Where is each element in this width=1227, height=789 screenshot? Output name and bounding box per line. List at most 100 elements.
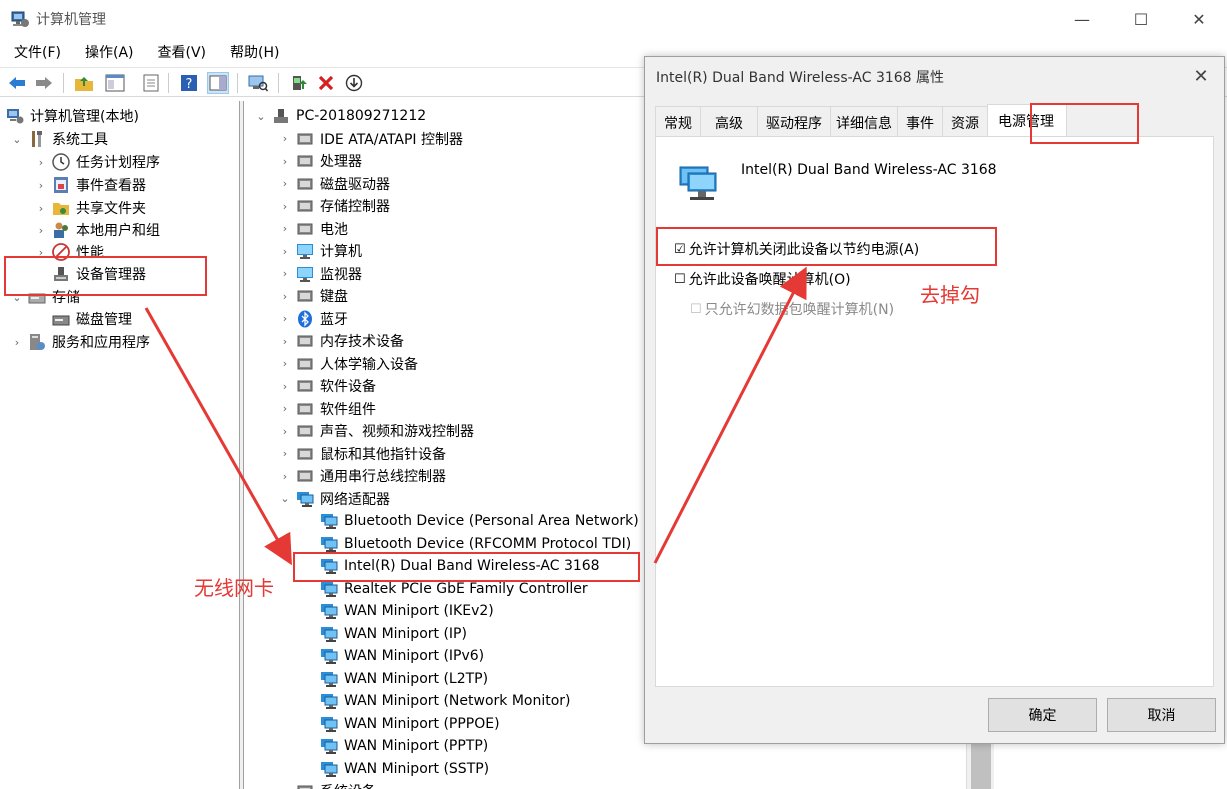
tree-item-root[interactable]: 计算机管理(本地) (6, 105, 139, 127)
device-category-monitor[interactable]: › 监视器 (278, 263, 362, 285)
up-folder-icon[interactable] (73, 72, 95, 94)
chevron-right-icon[interactable]: › (278, 380, 292, 393)
cancel-button[interactable]: 取消 (1107, 698, 1216, 732)
forward-icon[interactable] (33, 72, 55, 94)
chevron-right-icon[interactable]: › (278, 312, 292, 325)
chevron-right-icon[interactable]: › (278, 155, 292, 168)
device-category-memory[interactable]: › 内存技术设备 (278, 330, 404, 352)
network-adapter-item[interactable]: WAN Miniport (PPPOE) (320, 713, 500, 735)
chevron-right-icon[interactable]: › (34, 156, 48, 169)
chevron-right-icon[interactable]: › (278, 177, 292, 190)
device-category-sound[interactable]: › 声音、视频和游戏控制器 (278, 420, 474, 442)
chevron-right-icon[interactable]: › (278, 470, 292, 483)
chevron-right-icon[interactable]: › (278, 222, 292, 235)
device-category-software-component[interactable]: › 软件组件 (278, 398, 376, 420)
minimize-button[interactable]: — (1053, 0, 1111, 38)
title-bar: 计算机管理 — ☐ ✕ (0, 0, 1227, 38)
network-adapter-item[interactable]: WAN Miniport (Network Monitor) (320, 690, 571, 712)
tree-item-event-viewer[interactable]: › 事件查看器 (34, 174, 146, 196)
device-category-mouse[interactable]: › 鼠标和其他指针设备 (278, 443, 446, 465)
highlight-wireless-adapter (293, 552, 640, 582)
chevron-right-icon[interactable]: › (278, 402, 292, 415)
chevron-right-icon[interactable]: › (278, 200, 292, 213)
chevron-down-icon[interactable]: ⌄ (10, 133, 24, 146)
dialog-close-button[interactable]: ✕ (1188, 63, 1214, 89)
tab-advanced[interactable]: 高级 (700, 106, 758, 136)
device-category-network-adapters[interactable]: ⌄ 网络适配器 (278, 488, 390, 510)
properties-icon[interactable] (140, 72, 162, 94)
menu-file[interactable]: 文件(F) (0, 40, 71, 64)
device-category-software-device[interactable]: › 软件设备 (278, 375, 376, 397)
action-pane-icon[interactable] (207, 72, 229, 94)
ide-icon (296, 130, 314, 148)
network-adapter-icon (320, 512, 338, 530)
scrollbar-thumb[interactable] (971, 741, 991, 789)
network-adapter-icon (320, 580, 338, 598)
menu-help[interactable]: 帮助(H) (216, 40, 289, 64)
back-icon[interactable] (6, 72, 28, 94)
help-icon[interactable]: ? (178, 72, 200, 94)
uninstall-icon[interactable] (315, 72, 337, 94)
device-category-battery[interactable]: › 电池 (278, 218, 348, 240)
device-tree-root[interactable]: ⌄ PC-201809271212 (254, 105, 426, 127)
tree-item-system-tools[interactable]: ⌄ 系统工具 (10, 128, 108, 150)
device-category-storage-controller[interactable]: › 存储控制器 (278, 195, 390, 217)
disable-device-icon[interactable] (343, 72, 365, 94)
computer-icon (272, 107, 290, 125)
network-adapter-icon (320, 647, 338, 665)
network-adapter-item[interactable]: WAN Miniport (PPTP) (320, 735, 488, 757)
chevron-right-icon[interactable]: › (278, 785, 292, 789)
tab-details[interactable]: 详细信息 (830, 106, 898, 136)
chevron-down-icon[interactable]: ⌄ (254, 110, 268, 123)
disk-drive-icon (296, 175, 314, 193)
device-category-system-devices[interactable]: › 系统设备 (278, 780, 376, 789)
network-adapter-item[interactable]: WAN Miniport (SSTP) (320, 758, 489, 780)
tab-driver[interactable]: 驱动程序 (757, 106, 831, 136)
chevron-right-icon[interactable]: › (34, 224, 48, 237)
maximize-button[interactable]: ☐ (1112, 0, 1170, 38)
tab-general[interactable]: 常规 (655, 106, 701, 136)
chevron-right-icon[interactable]: › (278, 357, 292, 370)
device-category-disk-drive[interactable]: › 磁盘驱动器 (278, 173, 390, 195)
chevron-down-icon[interactable]: ⌄ (278, 492, 292, 505)
tree-item-task-scheduler[interactable]: › 任务计划程序 (34, 151, 160, 173)
chevron-right-icon[interactable]: › (278, 132, 292, 145)
device-category-usb[interactable]: › 通用串行总线控制器 (278, 465, 446, 487)
network-adapter-item[interactable]: WAN Miniport (IP) (320, 623, 467, 645)
network-adapter-item[interactable]: Bluetooth Device (Personal Area Network) (320, 510, 639, 532)
device-category-processor[interactable]: › 处理器 (278, 150, 362, 172)
tree-item-disk-management[interactable]: 磁盘管理 (52, 308, 132, 330)
chevron-right-icon[interactable]: › (278, 447, 292, 460)
chevron-right-icon[interactable]: › (278, 335, 292, 348)
device-category-bluetooth[interactable]: › 蓝牙 (278, 308, 348, 330)
menu-action[interactable]: 操作(A) (71, 40, 144, 64)
scan-hardware-icon[interactable] (247, 72, 269, 94)
ok-button[interactable]: 确定 (988, 698, 1097, 732)
chevron-right-icon[interactable]: › (10, 336, 24, 349)
tree-item-services[interactable]: › 服务和应用程序 (10, 331, 150, 353)
bluetooth-icon (296, 310, 314, 328)
tab-resources[interactable]: 资源 (942, 106, 988, 136)
checkbox-unchecked[interactable]: ☐ (674, 272, 686, 287)
tree-item-shared-folders[interactable]: › 共享文件夹 (34, 197, 146, 219)
network-adapter-item[interactable]: WAN Miniport (IKEv2) (320, 600, 494, 622)
device-category-ide[interactable]: › IDE ATA/ATAPI 控制器 (278, 128, 463, 150)
update-driver-icon[interactable] (288, 72, 310, 94)
network-adapter-item[interactable]: WAN Miniport (IPv6) (320, 645, 484, 667)
device-category-computer[interactable]: › 计算机 (278, 240, 362, 262)
close-button[interactable]: ✕ (1170, 0, 1227, 38)
network-adapter-item[interactable]: WAN Miniport (L2TP) (320, 668, 488, 690)
chevron-right-icon[interactable]: › (278, 425, 292, 438)
tree-item-local-users[interactable]: › 本地用户和组 (34, 219, 160, 241)
chevron-right-icon[interactable]: › (278, 290, 292, 303)
device-category-hid[interactable]: › 人体学输入设备 (278, 353, 418, 375)
chevron-right-icon[interactable]: › (34, 202, 48, 215)
menu-view[interactable]: 查看(V) (144, 40, 217, 64)
option-allow-wake[interactable]: ☐ 允许此设备唤醒计算机(O) (674, 269, 851, 289)
show-tree-icon[interactable] (104, 72, 126, 94)
device-category-keyboard[interactable]: › 键盘 (278, 285, 348, 307)
chevron-right-icon[interactable]: › (278, 245, 292, 258)
tab-events[interactable]: 事件 (897, 106, 943, 136)
chevron-right-icon[interactable]: › (34, 179, 48, 192)
chevron-right-icon[interactable]: › (278, 267, 292, 280)
